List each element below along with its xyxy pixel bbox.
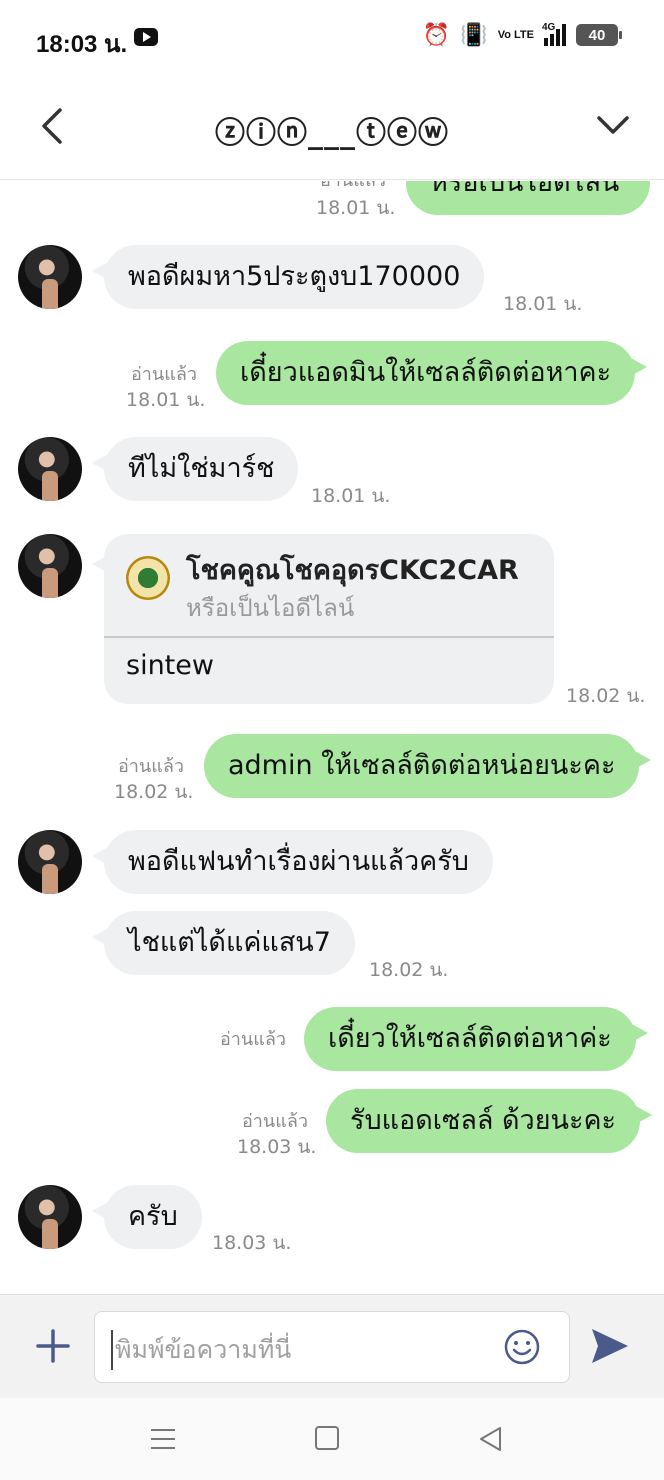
- message-bubble-out[interactable]: เดี๋ยวแอดมินให้เซลล์ติดต่อหาคะ: [216, 341, 648, 405]
- avatar[interactable]: [18, 534, 82, 598]
- message-time: 18.02 น.: [114, 781, 194, 803]
- battery-icon: 40: [576, 24, 622, 46]
- avatar[interactable]: [18, 245, 82, 309]
- vibrate-icon: 📳: [460, 22, 488, 47]
- home-icon[interactable]: [315, 1426, 339, 1450]
- chevron-down-icon[interactable]: [596, 112, 630, 138]
- message-bubble-in[interactable]: ทีไม่ใช่มาร์ช: [91, 437, 299, 501]
- send-icon[interactable]: [590, 1327, 630, 1365]
- plus-icon[interactable]: [36, 1329, 70, 1363]
- message-bubble-out[interactable]: admin ให้เซลล์ติดต่อหน่อยนะคะ: [204, 734, 652, 798]
- volte-icon: Vo LTE: [497, 28, 534, 41]
- message-time: 18.03 น.: [237, 1136, 317, 1158]
- message-input-placeholder[interactable]: พิมพ์ข้อความที่นี่: [111, 1330, 291, 1370]
- message-time: 18.02 น.: [566, 685, 646, 707]
- read-receipt: อ่านแล้ว: [220, 1029, 286, 1050]
- avatar[interactable]: [18, 437, 82, 501]
- message-bubble-out[interactable]: เดี๋ยวให้เซลล์ติดต่อหาค่ะ: [304, 1007, 648, 1071]
- message-bubble-in[interactable]: ไชแต่ได้แค่แสน7: [92, 911, 355, 975]
- network-type: 4G: [542, 22, 556, 33]
- nav-back-icon[interactable]: [478, 1426, 502, 1452]
- avatar[interactable]: [18, 1185, 82, 1249]
- battery-level: 40: [588, 26, 606, 44]
- signal-icon: 4G: [542, 22, 566, 46]
- message-bubble-in[interactable]: พอดีผมหา5ประตูงบ170000: [91, 245, 485, 309]
- message-time: 18.01 น.: [503, 293, 583, 315]
- message-time: 18.03 น.: [212, 1232, 292, 1254]
- message-bubble-in[interactable]: ครับ: [92, 1185, 202, 1249]
- status-time: 18:03 น.: [36, 31, 128, 58]
- read-receipt: อ่านแล้ว: [118, 756, 184, 777]
- message-bubble-out[interactable]: หรือเป็นไอดีไลน์: [406, 181, 650, 215]
- chat-title[interactable]: ⓩⓘⓝ___ⓣⓔⓦ: [0, 108, 664, 152]
- read-receipt: อ่านแล้ว: [242, 1111, 308, 1132]
- contact-card-text: sintew: [126, 650, 214, 681]
- avatar[interactable]: [18, 830, 82, 894]
- message-bubble-in[interactable]: พอดีแฟนทำเรื่องผ่านแล้วครับ: [92, 830, 493, 894]
- contact-card-title: โชคคูณโชคอุดรCKC2CAR: [186, 555, 519, 586]
- message-time: 18.01 น.: [126, 389, 206, 411]
- status-icons: ⏰ 📳 Vo LTE 4G 40: [422, 22, 622, 48]
- menu-icon[interactable]: [150, 1428, 176, 1450]
- contact-card-subtitle: หรือเป็นไอดีไลน์: [186, 594, 355, 622]
- divider: [104, 636, 554, 638]
- contact-logo: [126, 556, 170, 600]
- emoji-icon[interactable]: [503, 1328, 541, 1366]
- message-time: 18.01 น.: [316, 197, 396, 219]
- youtube-icon: [134, 28, 158, 46]
- contact-card[interactable]: โชคคูณโชคอุดรCKC2CAR หรือเป็นไอดีไลน์ si…: [92, 534, 554, 704]
- system-nav-bar: [0, 1398, 664, 1480]
- message-bubble-out[interactable]: รับแอดเซลล์ ด้วยนะคะ: [326, 1089, 653, 1153]
- chat-area[interactable]: อ่านแล้ว 18.01 น. หรือเป็นไอดีไลน์ พอดีผ…: [0, 181, 664, 1293]
- status-bar: 18:03 น. ⏰ 📳 Vo LTE 4G 40: [0, 0, 664, 78]
- alarm-icon: ⏰: [422, 22, 451, 47]
- message-time: 18.02 น.: [369, 959, 449, 981]
- message-input-bar: พิมพ์ข้อความที่นี่: [0, 1294, 664, 1398]
- message-time: 18.01 น.: [311, 485, 391, 507]
- read-receipt: อ่านแล้ว: [131, 364, 197, 385]
- message-input[interactable]: พิมพ์ข้อความที่นี่: [94, 1311, 570, 1383]
- chat-header: ⓩⓘⓝ___ⓣⓔⓦ: [0, 78, 664, 180]
